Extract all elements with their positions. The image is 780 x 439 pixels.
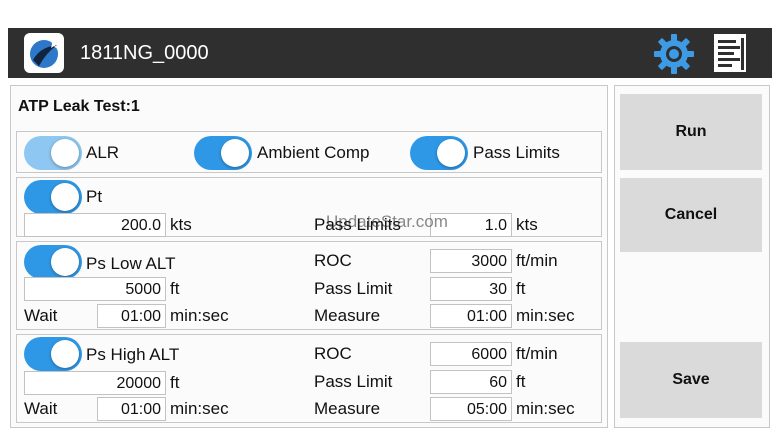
ps-high-wait-label: Wait — [24, 399, 58, 418]
ps-low-alt-label: Ps Low ALT — [86, 254, 176, 273]
toggle-knob — [51, 183, 79, 211]
app-title: 1811NG_0000 — [80, 42, 209, 64]
ps-high-wait-unit: min:sec — [170, 399, 229, 418]
ps-high-pass-limit-field[interactable]: 60 — [430, 370, 512, 394]
ps-low-measure-field[interactable]: 01:00 — [430, 304, 512, 328]
ps-low-wait-field[interactable]: 01:00 — [97, 304, 166, 328]
toggle-knob — [51, 139, 79, 167]
ps-high-measure-label: Measure — [314, 399, 381, 418]
toggle-knob — [437, 139, 465, 167]
toggle-knob — [51, 248, 79, 276]
ps-low-measure-label: Measure — [314, 306, 381, 325]
ps-low-roc-label: ROC — [314, 251, 352, 270]
ambient-comp-label: Ambient Comp — [257, 143, 370, 162]
ps-low-alt-toggle[interactable] — [24, 245, 82, 279]
cancel-button[interactable]: Cancel — [620, 178, 762, 252]
ps-low-pass-limit-label: Pass Limit — [314, 279, 393, 298]
ps-low-wait-unit: min:sec — [170, 306, 229, 325]
ps-high-pass-limit-label: Pass Limit — [314, 372, 393, 391]
ps-low-pass-limit-unit: ft — [516, 279, 526, 298]
ps-low-measure-unit: min:sec — [516, 306, 575, 325]
ps-low-roc-field[interactable]: 3000 — [430, 249, 512, 273]
alr-label: ALR — [86, 143, 120, 162]
ambient-comp-toggle[interactable] — [194, 136, 252, 170]
pt-pass-limits-unit: kts — [516, 215, 538, 234]
watermark: UpdateStar.com — [326, 212, 448, 231]
ps-high-alt-toggle[interactable] — [24, 337, 82, 371]
globe-plane-logo-icon — [24, 33, 64, 73]
pass-limits-label: Pass Limits — [473, 143, 560, 162]
pass-limits-toggle[interactable] — [410, 136, 468, 170]
ps-low-alt-value-field[interactable]: 5000 — [24, 277, 166, 301]
ps-high-alt-value-field[interactable]: 20000 — [24, 371, 166, 395]
document-icon[interactable] — [713, 33, 747, 73]
ps-low-roc-unit: ft/min — [516, 251, 558, 270]
pt-label: Pt — [86, 187, 103, 206]
ps-high-alt-label: Ps High ALT — [86, 345, 180, 364]
ps-high-roc-label: ROC — [314, 344, 352, 363]
title-bar: 1811NG_0000 — [8, 28, 772, 78]
gear-icon[interactable] — [652, 32, 696, 76]
test-title: ATP Leak Test:1 — [18, 98, 140, 115]
ps-low-pass-limit-field[interactable]: 30 — [430, 277, 512, 301]
ps-high-roc-field[interactable]: 6000 — [430, 342, 512, 366]
ps-high-wait-field[interactable]: 01:00 — [97, 397, 166, 421]
pt-unit: kts — [170, 215, 192, 234]
pt-toggle[interactable] — [24, 180, 82, 214]
toggle-knob — [51, 340, 79, 368]
ps-low-alt-unit: ft — [170, 279, 180, 298]
ps-high-measure-field[interactable]: 05:00 — [430, 397, 512, 421]
toggle-knob — [221, 139, 249, 167]
save-button[interactable]: Save — [620, 342, 762, 418]
ps-low-wait-label: Wait — [24, 306, 58, 325]
ps-high-measure-unit: min:sec — [516, 399, 575, 418]
run-button[interactable]: Run — [620, 94, 762, 170]
alr-toggle[interactable] — [24, 136, 82, 170]
ps-high-pass-limit-unit: ft — [516, 372, 526, 391]
pt-value-field[interactable]: 200.0 — [24, 213, 166, 237]
ps-high-roc-unit: ft/min — [516, 344, 558, 363]
ps-high-alt-unit: ft — [170, 373, 180, 392]
